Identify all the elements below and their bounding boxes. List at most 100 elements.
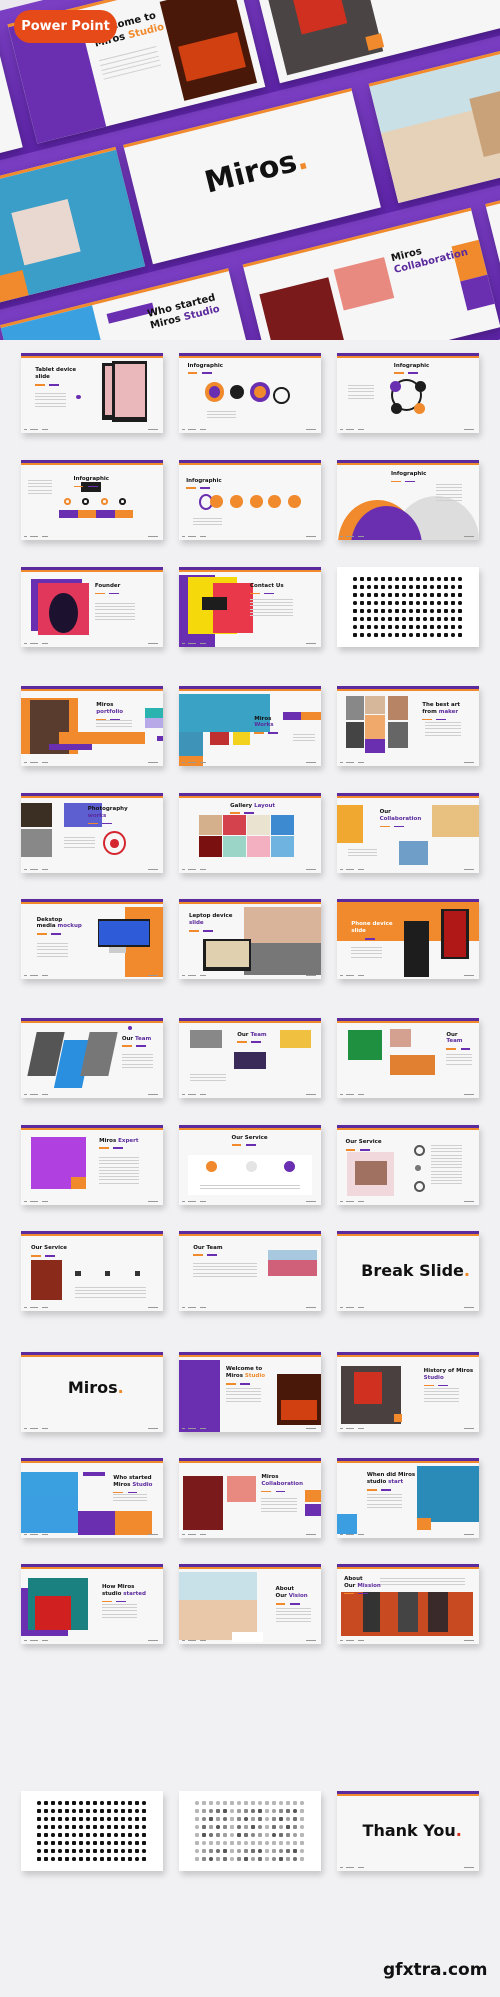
image-block [282,711,302,720]
icon-glyph [353,633,357,637]
icon-glyph [223,1841,227,1845]
icon-glyph [381,633,385,637]
icon-glyph [279,1857,283,1861]
slide-title: Founder [95,583,121,590]
icon-glyph [51,1849,55,1853]
text-placeholder-line [113,1500,148,1502]
text-placeholder-line [63,837,95,838]
image-block [198,814,222,836]
slide-thumbnail: Founder [21,567,163,647]
text-placeholder-line [250,615,293,616]
icon-glyph [353,593,357,597]
icon-glyph [44,1801,48,1805]
icon-glyph [244,1841,248,1845]
image-block [114,364,145,417]
footer-mark [464,1640,474,1641]
slide-thumbnail: Our Team [337,1018,479,1098]
accent-underline [245,1144,256,1146]
title-line: Infographic [186,478,222,485]
icon-glyph [230,1801,234,1805]
slide-thumbnail: Infographic [179,353,321,433]
footer-mark [464,1534,474,1535]
icon-glyph [265,1809,269,1813]
footer-mark [306,1640,316,1641]
slide-title: Contact Us [250,583,284,590]
title-line: Infographic [74,476,110,483]
title-line: Our Service [232,1135,268,1142]
footer-mark [306,1428,316,1429]
text-placeholder-line [121,1063,154,1065]
icon-glyph [244,1849,248,1853]
title-text: slide [35,374,50,381]
icon-glyph [279,1809,283,1813]
accent-underline [289,1603,300,1605]
icon-glyph [79,1809,83,1813]
text-placeholder-line [379,1580,465,1582]
text-placeholder-line [36,952,68,954]
text-placeholder-line [423,1400,460,1402]
icon-glyph [223,1809,227,1813]
icon-glyph [388,601,392,605]
footer-mark [24,762,27,763]
icon-glyph [430,601,434,605]
icon-glyph [451,617,455,621]
text-placeholder-line [94,612,135,614]
orange-stripe [179,796,321,798]
icon-glyph [79,1833,83,1837]
slide-footer [182,643,318,644]
title-text: Miros [99,1137,119,1144]
text-placeholder-line [430,1164,462,1166]
title-text: started [123,1590,146,1597]
image-block [337,805,363,843]
icon-glyph [458,609,462,613]
icon-glyph [72,1849,76,1853]
icon-glyph [286,1841,290,1845]
accent-underline [50,933,61,935]
icon-glyph [128,1825,132,1829]
image-block [198,836,222,857]
text-placeholder-line [292,734,316,735]
icon-glyph [65,1801,69,1805]
title-text: Studio [423,1374,444,1381]
slide-title: When did Miros studio start [367,1472,415,1486]
footer-mark [24,536,27,537]
footer-mark [24,1534,27,1535]
icon-glyph [114,1841,118,1845]
icon-glyph [93,1833,97,1837]
image-block [427,1592,448,1632]
icon-glyph [142,1849,146,1853]
icon-glyph [381,601,385,605]
image-block [365,714,386,739]
icon-glyph [128,1817,132,1821]
icon-glyph [58,1817,62,1821]
title-text: Our [379,809,391,815]
title-text: . [463,1261,470,1281]
icon-glyph [237,1857,241,1861]
accent-underline [250,592,260,595]
icon-glyph [437,601,441,605]
icon-glyph [300,1841,304,1845]
icon-glyph [107,1841,111,1845]
slide-title: Welcome to Miros Studio [226,1366,265,1380]
icon-glyph [437,593,441,597]
icon-glyph [107,1825,111,1829]
title-text: . [117,1378,124,1398]
icon-glyph [374,625,378,629]
icon-glyph [265,1833,269,1837]
icon-glyph [65,1857,69,1861]
text-placeholder-line [446,1054,472,1055]
image-block [157,736,163,742]
text-placeholder-line [430,1161,462,1162]
accent-underline [366,1489,377,1491]
slide-title: Infographic [394,363,430,370]
ring-shape [118,498,127,505]
icon-glyph [72,1841,76,1845]
icon-glyph [367,625,371,629]
accent-underline [225,1383,236,1385]
text-placeholder-line [348,385,374,386]
icon-glyph [265,1849,269,1853]
icon-glyph [353,577,357,581]
orange-stripe [337,1128,479,1130]
image-block [393,1414,403,1423]
accent-underline [113,1491,124,1494]
